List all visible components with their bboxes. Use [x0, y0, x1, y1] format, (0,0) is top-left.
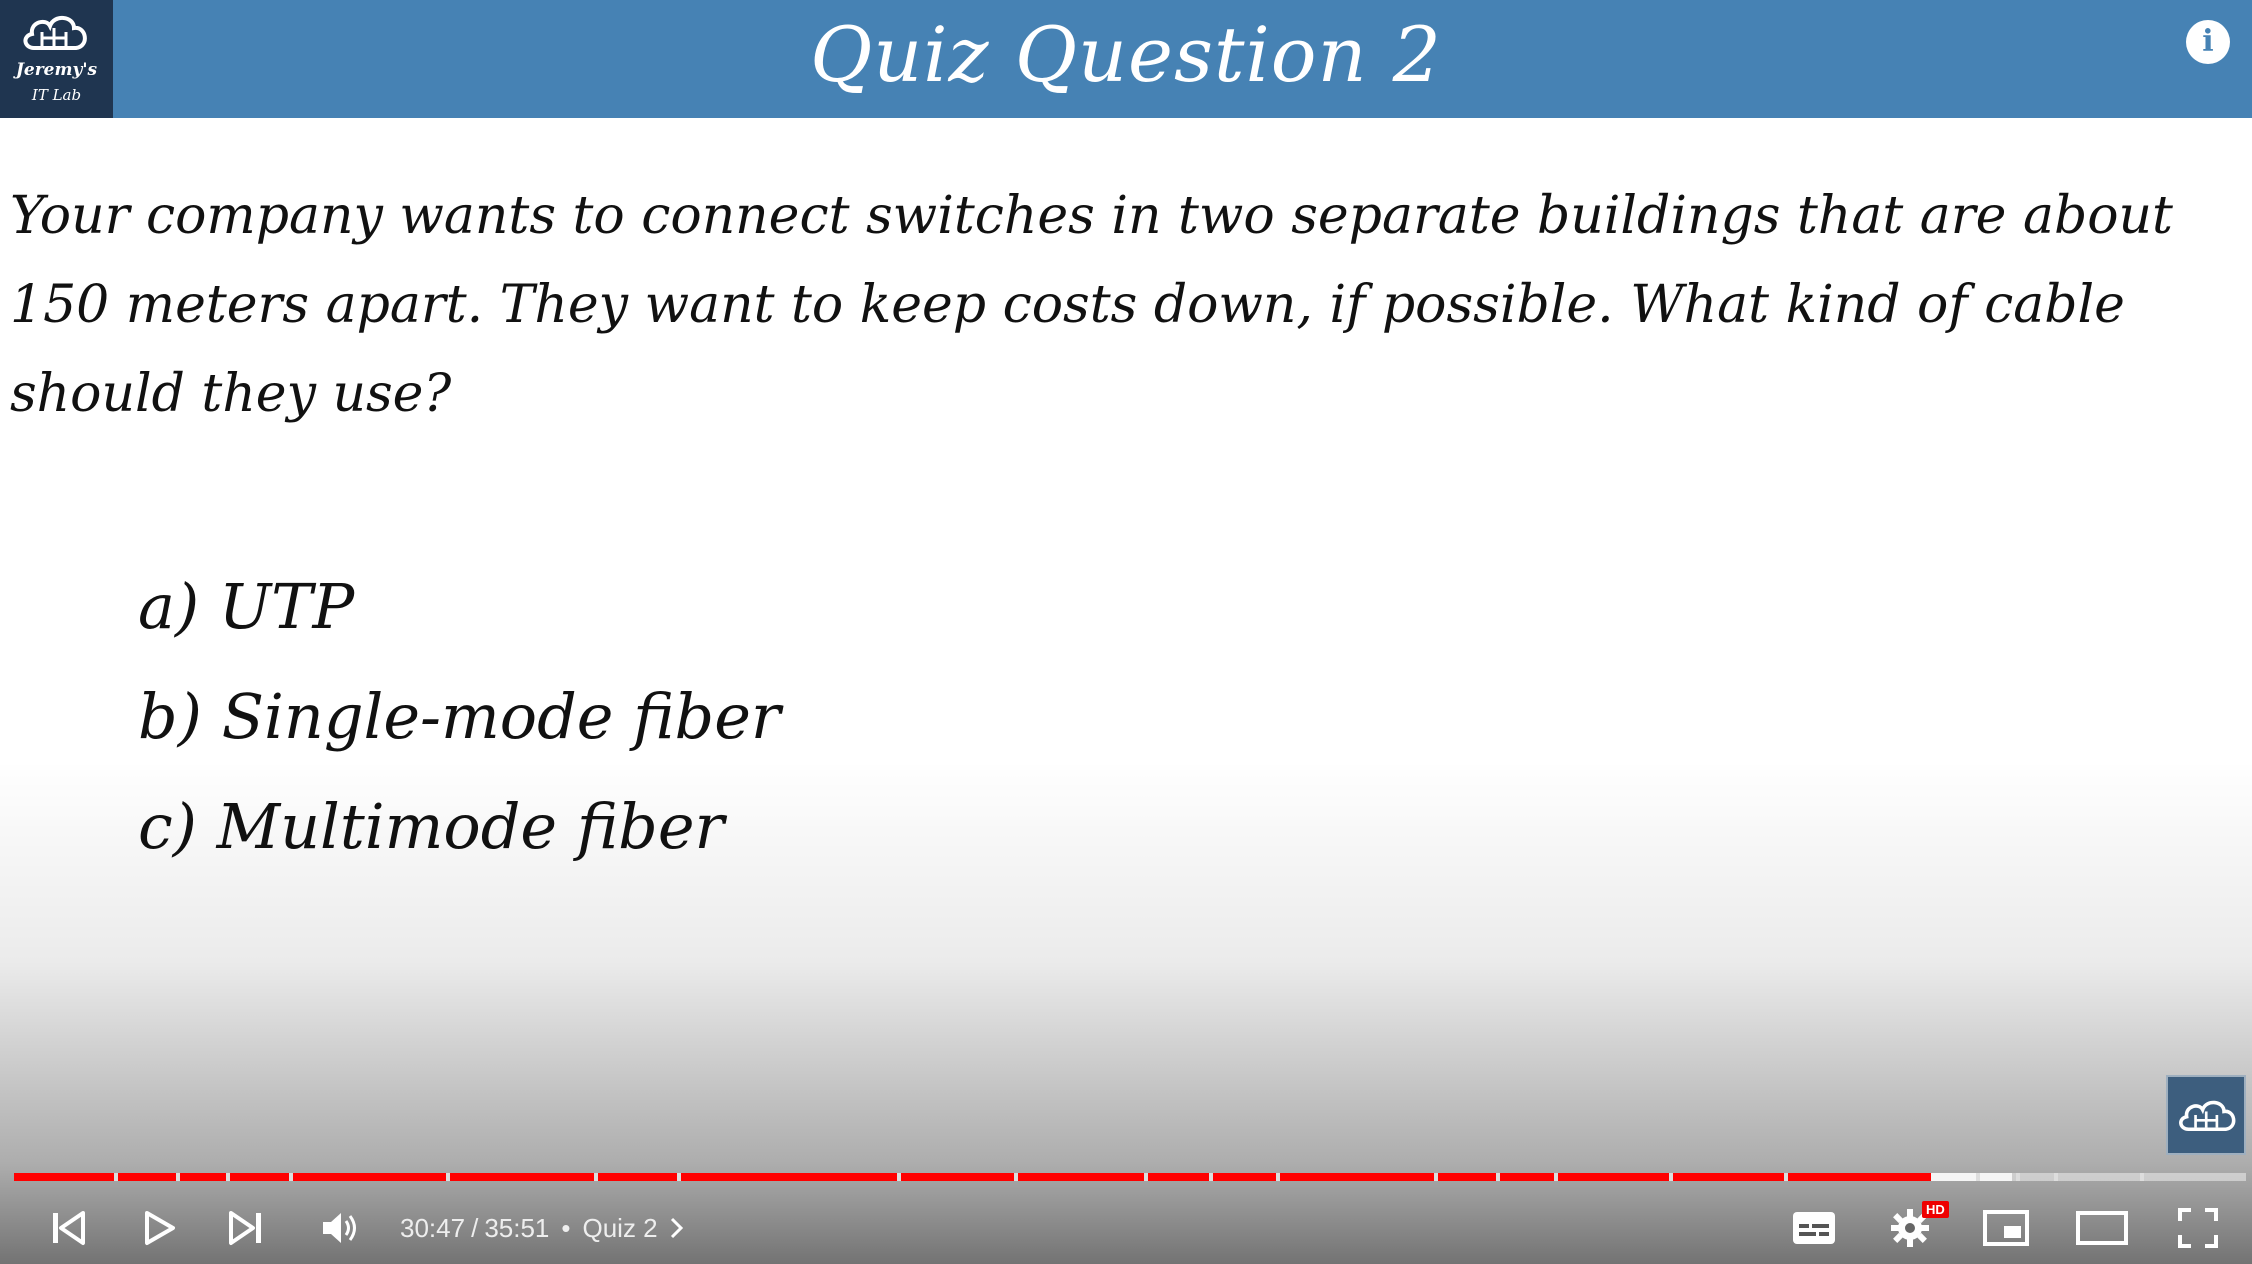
channel-watermark-icon[interactable] [2166, 1075, 2246, 1155]
chapter-marker [1144, 1173, 1148, 1181]
video-player[interactable]: Jeremy's IT Lab Quiz Question 2 i Your c… [0, 0, 2252, 1264]
chapter-marker [1434, 1173, 1438, 1181]
chapter-marker [1496, 1173, 1500, 1181]
chapter-marker [114, 1173, 118, 1181]
answer-option-a: a) UTP [138, 570, 355, 643]
hd-badge: HD [1922, 1201, 1949, 1218]
time-separator: / [471, 1212, 479, 1243]
chevron-right-icon [670, 1217, 683, 1239]
question-line: 150 meters apart. They want to keep cost… [10, 275, 2125, 335]
chapter-marker [2054, 1173, 2058, 1181]
fullscreen-icon[interactable] [2170, 1195, 2226, 1261]
chapter-marker [176, 1173, 180, 1181]
chapter-marker [226, 1173, 230, 1181]
chapter-bullet: • [561, 1212, 571, 1243]
slide-title: Quiz Question 2 [809, 10, 1443, 99]
chapter-marker [1014, 1173, 1018, 1181]
duration: 35:51 [484, 1212, 550, 1243]
answer-option-c: c) Multimode fiber [138, 790, 725, 863]
progress-played [14, 1173, 1932, 1181]
play-icon[interactable] [130, 1195, 186, 1261]
question-line: Your company wants to connect switches i… [10, 186, 2173, 246]
progress-bar[interactable] [14, 1173, 2246, 1181]
subtitles-icon[interactable] [1786, 1195, 1842, 1261]
question-line: should they use? [10, 364, 452, 424]
previous-icon[interactable] [40, 1195, 96, 1261]
volume-icon[interactable] [310, 1195, 372, 1261]
time-display: 30:47 / 35:51 • Quiz 2 [400, 1195, 688, 1261]
chapter-marker [1276, 1173, 1280, 1181]
next-icon[interactable] [218, 1195, 274, 1261]
answer-list: a) UTP b) Single-mode fiber c) Multimode… [138, 552, 781, 882]
answer-option-b: b) Single-mode fiber [138, 680, 781, 753]
chapter-marker [897, 1173, 901, 1181]
chapter-marker [2016, 1173, 2020, 1181]
question-text: Your company wants to connect switches i… [10, 172, 2230, 439]
slide-header: Jeremy's IT Lab Quiz Question 2 i [0, 0, 2252, 118]
current-time: 30:47 [400, 1212, 466, 1243]
info-icon[interactable]: i [2186, 20, 2230, 64]
chapter-title-button[interactable]: Quiz 2 [583, 1213, 688, 1244]
chapter-marker [677, 1173, 681, 1181]
miniplayer-icon[interactable] [1978, 1195, 2034, 1261]
chapter-marker [594, 1173, 598, 1181]
chapter-marker [1669, 1173, 1673, 1181]
chapter-marker [446, 1173, 450, 1181]
player-controls: 30:47 / 35:51 • Quiz 2 [0, 1195, 2252, 1261]
chapter-marker [1554, 1173, 1558, 1181]
chapter-label: Quiz 2 [582, 1212, 658, 1243]
chapter-marker [1976, 1173, 1980, 1181]
chapter-marker [1209, 1173, 1213, 1181]
chapter-marker [1784, 1173, 1788, 1181]
chapter-marker [289, 1173, 293, 1181]
chapter-marker [2140, 1173, 2144, 1181]
theater-mode-icon[interactable] [2072, 1195, 2132, 1261]
